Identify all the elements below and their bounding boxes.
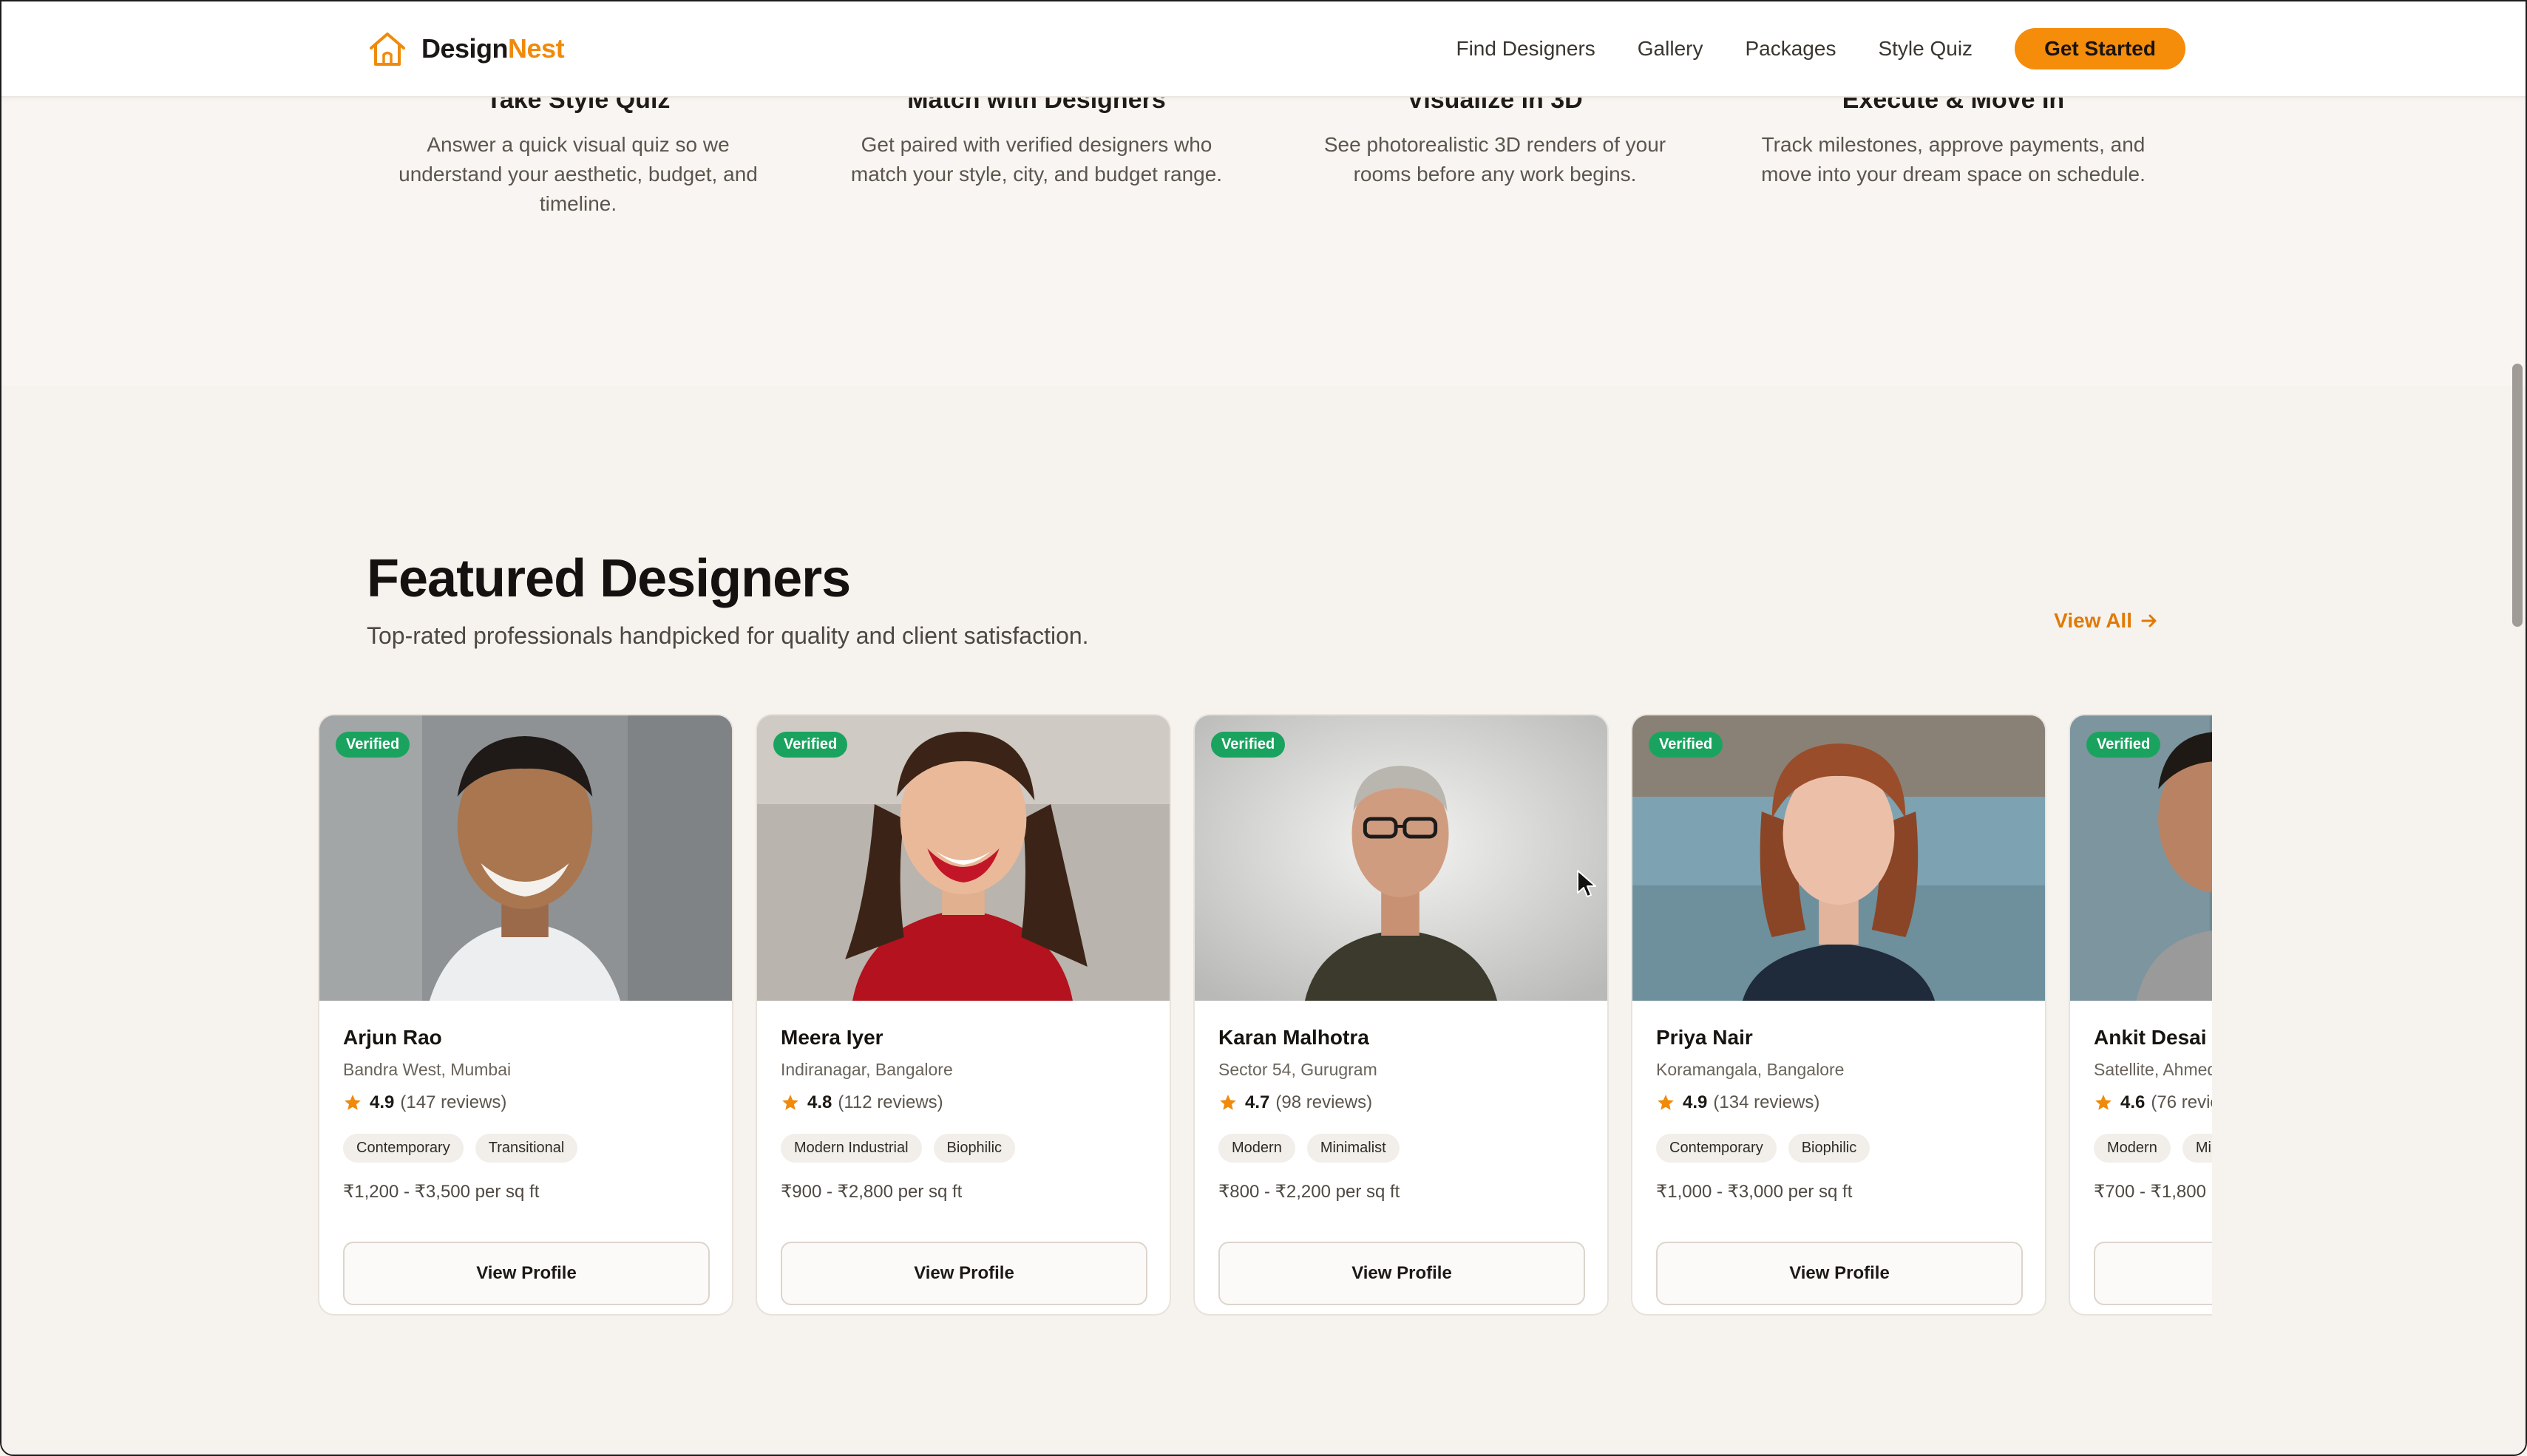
style-tag: Modern <box>1218 1134 1295 1163</box>
nav-style-quiz[interactable]: Style Quiz <box>1878 37 1973 61</box>
style-tags: Modern Industrial Biophilic <box>781 1134 1027 1163</box>
designer-photo: Verified <box>1195 715 1607 1001</box>
style-tag: Minimalist <box>1306 1134 1400 1163</box>
designer-photo: Verified <box>319 715 732 1001</box>
style-tag: Contemporary <box>1656 1134 1777 1163</box>
featured-designers-section: Featured Designers Top-rated professiona… <box>1 386 2526 1455</box>
rating-value: 4.8 <box>807 1092 832 1112</box>
star-icon <box>2095 1095 2112 1110</box>
nav-find-designers[interactable]: Find Designers <box>1456 37 1595 61</box>
style-tag: Biophilic <box>1788 1134 1870 1163</box>
review-count: (112 reviews) <box>838 1092 943 1112</box>
price-range: ₹900 - ₹2,800 per sq ft <box>781 1182 963 1202</box>
designer-card-arjun-rao: Verified Arjun Rao Bandra West, Mumbai 4… <box>318 714 733 1316</box>
designer-photo: Verified <box>2070 715 2212 1001</box>
price-range: ₹1,000 - ₹3,000 per sq ft <box>1656 1182 1853 1202</box>
page-scrollbar[interactable] <box>2512 364 2523 627</box>
style-tags: Modern Minimalist <box>1218 1134 1411 1163</box>
style-tag: Modern Industrial <box>781 1134 922 1163</box>
view-profile-button[interactable]: View Profile <box>1218 1242 1585 1305</box>
star-icon <box>782 1095 798 1110</box>
house-logo-icon <box>370 33 405 66</box>
designer-location: Bandra West, Mumbai <box>343 1060 512 1079</box>
star-icon <box>1658 1095 1674 1110</box>
site-header: DesignNest Find Designers Gallery Packag… <box>1 1 2526 98</box>
style-tag: Transitional <box>475 1134 578 1163</box>
review-count: (76 reviews) <box>2151 1092 2212 1112</box>
rating-value: 4.9 <box>1683 1092 1708 1112</box>
designer-rating: 4.7 (98 reviews) <box>1218 1092 1372 1113</box>
view-profile-button[interactable]: View Profile <box>343 1242 710 1305</box>
get-started-button[interactable]: Get Started <box>2015 28 2185 69</box>
designer-card-meera-iyer: Verified Meera Iyer Indiranagar, Bangalo… <box>756 714 1171 1316</box>
style-tags: Contemporary Transitional <box>343 1134 589 1163</box>
rating-value: 4.6 <box>2120 1092 2146 1112</box>
arrow-right-icon <box>2141 614 2157 627</box>
style-tag: Modern <box>2094 1134 2171 1163</box>
verified-badge: Verified <box>2086 732 2161 758</box>
designer-rating: 4.9 (134 reviews) <box>1656 1092 1819 1113</box>
step-description: Get paired with verified designers who m… <box>850 133 1223 186</box>
designer-name: Priya Nair <box>1656 1026 1753 1049</box>
rating-value: 4.7 <box>1245 1092 1270 1112</box>
designer-name: Arjun Rao <box>343 1026 442 1049</box>
designer-rating: 4.8 (112 reviews) <box>781 1092 943 1113</box>
step-description: See photorealistic 3D renders of your ro… <box>1323 133 1666 186</box>
view-profile-button[interactable]: View Profile <box>781 1242 1147 1305</box>
step-description: Answer a quick visual quiz so we underst… <box>398 133 758 215</box>
designer-location: Indiranagar, Bangalore <box>781 1060 953 1079</box>
star-icon <box>345 1095 361 1110</box>
section-title: Featured Designers <box>367 549 851 608</box>
view-all-label: View All <box>2054 609 2132 632</box>
designer-location: Satellite, Ahmedabad <box>2094 1060 2212 1079</box>
nav-gallery[interactable]: Gallery <box>1638 37 1703 61</box>
designer-rating: 4.9 (147 reviews) <box>343 1092 506 1113</box>
designer-card-priya-nair: Verified Priya Nair Koramangala, Bangalo… <box>1631 714 2046 1316</box>
designer-rating: 4.6 (76 reviews) <box>2094 1092 2212 1113</box>
step-description: Track milestones, approve payments, and … <box>1761 133 2146 186</box>
designer-photo: Verified <box>1632 715 2045 1001</box>
designer-name: Meera Iyer <box>781 1026 883 1049</box>
designer-card-karan-malhotra: Verified Karan Malhotra Sector 54, Gurug… <box>1193 714 1609 1316</box>
designer-location: Sector 54, Gurugram <box>1218 1060 1377 1079</box>
price-range: ₹1,200 - ₹3,500 per sq ft <box>343 1182 540 1202</box>
designer-card-ankit-desai: Verified Ankit Desai Satellite, Ahmedaba… <box>2069 714 2212 1316</box>
style-tag: Minimalist <box>2182 1134 2212 1163</box>
verified-badge: Verified <box>1211 732 1286 758</box>
style-tags: Modern Minimalist <box>2094 1134 2212 1163</box>
designer-name: Karan Malhotra <box>1218 1026 1369 1049</box>
view-all-link[interactable]: View All <box>2054 609 2159 633</box>
star-icon <box>1220 1095 1236 1110</box>
verified-badge: Verified <box>1649 732 1723 758</box>
style-tag: Biophilic <box>933 1134 1016 1163</box>
view-profile-button[interactable]: View Profile <box>1656 1242 2023 1305</box>
designer-name: Ankit Desai <box>2094 1026 2207 1049</box>
logo-text: DesignNest <box>421 33 565 64</box>
review-count: (98 reviews) <box>1275 1092 1373 1112</box>
style-tags: Contemporary Biophilic <box>1656 1134 1882 1163</box>
nav-packages[interactable]: Packages <box>1745 37 1836 61</box>
verified-badge: Verified <box>336 732 410 758</box>
price-range: ₹700 - ₹1,800 per sq ft <box>2094 1182 2212 1202</box>
price-range: ₹800 - ₹2,200 per sq ft <box>1218 1182 1400 1202</box>
review-count: (147 reviews) <box>400 1092 507 1112</box>
verified-badge: Verified <box>773 732 848 758</box>
view-profile-button[interactable]: View Profile <box>2094 1242 2212 1305</box>
designer-location: Koramangala, Bangalore <box>1656 1060 1845 1079</box>
main-nav: Find Designers Gallery Packages Style Qu… <box>1456 28 2185 69</box>
designer-carousel: Verified Arjun Rao Bandra West, Mumbai 4… <box>318 714 2212 1320</box>
section-subtitle: Top-rated professionals handpicked for q… <box>367 622 1089 649</box>
review-count: (134 reviews) <box>1713 1092 1820 1112</box>
logo[interactable]: DesignNest <box>367 28 565 69</box>
designer-photo: Verified <box>757 715 1170 1001</box>
browser-viewport: DesignNest Find Designers Gallery Packag… <box>0 0 2527 1456</box>
style-tag: Contemporary <box>343 1134 464 1163</box>
how-it-works-steps: Take Style Quiz Answer a quick visual qu… <box>1 86 2526 386</box>
mouse-cursor-icon <box>1577 870 1596 897</box>
rating-value: 4.9 <box>370 1092 395 1112</box>
